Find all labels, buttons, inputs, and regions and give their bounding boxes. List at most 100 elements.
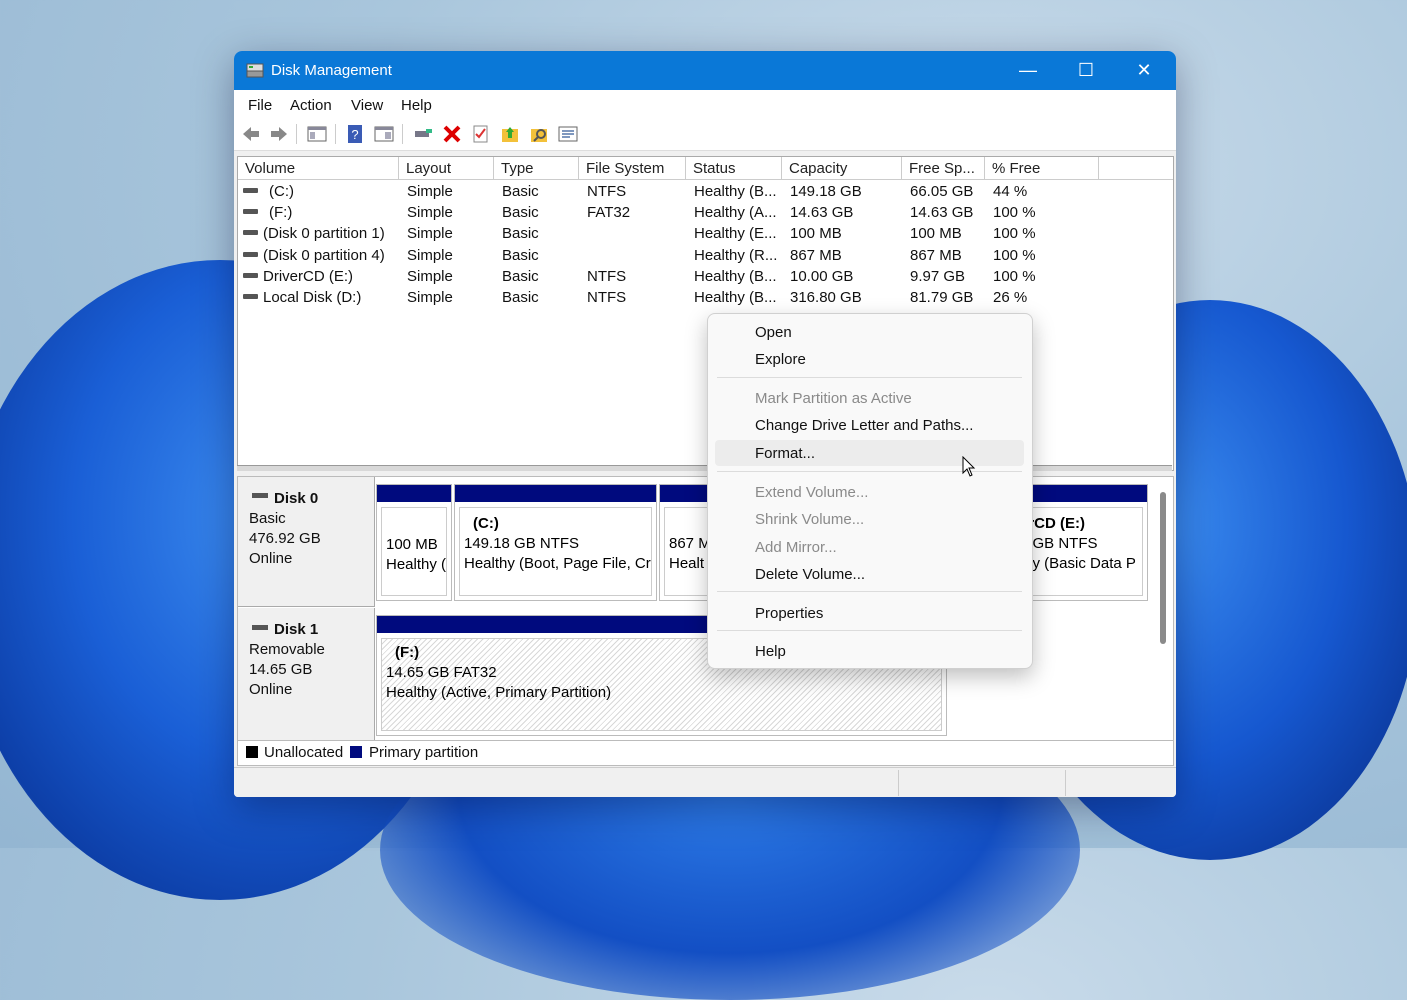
partition-size: 149.18 GB NTFS [464, 535, 580, 552]
menu-action[interactable]: Action [290, 97, 332, 114]
connect-icon[interactable] [412, 123, 434, 145]
menu-item-change-drive-letter[interactable]: Change Drive Letter and Paths... [755, 417, 973, 434]
column-header-file-system[interactable]: File System [579, 157, 686, 179]
column-header-volume[interactable]: Volume [238, 157, 399, 179]
partition-drivercd[interactable]: erCD (E:) 0 GB NTFS thy (Basic Data P [1018, 484, 1148, 601]
primary-swatch [350, 746, 362, 758]
partition-status: Healthy (Boot, Page File, Cra [464, 555, 652, 572]
table-row[interactable]: Local Disk (D:) Simple Basic NTFS Healthy (B… [238, 287, 1173, 308]
status-bar [234, 767, 1176, 797]
check-icon[interactable] [470, 123, 492, 145]
cell-volume: DriverCD (E:) [263, 267, 353, 285]
cell-percent-free: 100 % [993, 267, 1036, 285]
partition-status: Healt [669, 555, 705, 572]
vertical-scrollbar[interactable] [1160, 492, 1166, 644]
volume-list-header: Volume Layout Type File System Status Ca… [238, 157, 1173, 180]
disk-management-window: Disk Management — ☐ ✕ File Action View H… [234, 51, 1176, 797]
disk-state: Online [249, 681, 293, 698]
cell-free-space: 66.05 GB [910, 183, 974, 200]
disk-type: Removable [249, 641, 325, 658]
menu-view[interactable]: View [351, 97, 383, 114]
cell-file-system: NTFS [587, 289, 627, 306]
disk-icon [252, 493, 268, 498]
context-menu: Open Explore Mark Partition as Active Ch… [707, 313, 1033, 669]
menu-item-format[interactable]: Format... [755, 445, 815, 462]
table-row[interactable]: (Disk 0 partition 1) Simple Basic Healthy (… [238, 223, 1173, 244]
menu-item-delete-volume[interactable]: Delete Volume... [755, 566, 865, 583]
cell-capacity: 14.63 GB [790, 204, 854, 222]
table-row[interactable]: (C:) Simple Basic NTFS Healthy (B... 149.18 G… [238, 181, 1173, 202]
cell-volume: (Disk 0 partition 1) [263, 225, 385, 243]
folder-up-icon[interactable] [499, 123, 521, 145]
cell-percent-free: 100 % [993, 204, 1036, 222]
cell-status: Healthy (R... [694, 246, 778, 264]
cell-capacity: 149.18 GB [790, 183, 862, 200]
cell-status: Healthy (B... [694, 183, 777, 200]
help-icon[interactable]: ? [344, 123, 366, 145]
menu-file[interactable]: File [248, 97, 272, 114]
disk-management-app-icon [246, 63, 264, 78]
column-header-percent-free[interactable]: % Free [985, 157, 1099, 179]
disk-name: Disk 0 [274, 490, 319, 507]
close-button[interactable]: ✕ [1115, 51, 1173, 90]
menu-item-add-mirror[interactable]: Add Mirror... [755, 539, 837, 556]
cell-type: Basic [502, 204, 539, 222]
delete-icon[interactable] [441, 123, 463, 145]
column-header-free-space[interactable]: Free Sp... [902, 157, 985, 179]
table-row[interactable]: DriverCD (E:) Simple Basic NTFS Healthy (B..… [238, 266, 1173, 287]
partition-c[interactable]: (C:) 149.18 GB NTFS Healthy (Boot, Page … [454, 484, 657, 601]
cell-status: Healthy (A... [694, 204, 777, 222]
menu-item-help[interactable]: Help [755, 643, 786, 660]
cell-file-system: FAT32 [587, 204, 631, 222]
cell-file-system: NTFS [587, 183, 627, 200]
menu-help[interactable]: Help [401, 97, 432, 114]
column-header-layout[interactable]: Layout [399, 157, 494, 179]
cell-free-space: 14.63 GB [910, 204, 974, 222]
toolbar-separator [402, 124, 403, 144]
table-row[interactable]: (Disk 0 partition 4) Simple Basic Healthy (… [238, 245, 1173, 266]
status-divider [1065, 770, 1066, 796]
menu-item-properties[interactable]: Properties [755, 605, 823, 622]
folder-search-icon[interactable] [528, 123, 550, 145]
partition-disk0-1[interactable]: 100 MB Healthy ( [376, 484, 452, 601]
table-row[interactable]: (F:) Simple Basic FAT32 Healthy (A... 14.63 G… [238, 202, 1173, 223]
disk-state: Online [249, 550, 293, 567]
cell-percent-free: 100 % [993, 225, 1036, 243]
cell-capacity: 316.80 GB [790, 289, 862, 306]
cell-layout: Simple [407, 289, 453, 306]
cell-capacity: 867 MB [790, 246, 842, 264]
partition-title: (C:) [473, 515, 499, 532]
maximize-button[interactable]: ☐ [1057, 51, 1115, 90]
menu-item-extend-volume[interactable]: Extend Volume... [755, 484, 868, 501]
console-tree-icon[interactable] [306, 123, 328, 145]
drive-icon [243, 251, 258, 257]
properties-view-icon[interactable] [373, 123, 395, 145]
partition-title: (F:) [395, 644, 420, 661]
settings-list-icon[interactable] [557, 123, 579, 145]
disk-size: 476.92 GB [249, 530, 321, 547]
disk-1-info[interactable]: Disk 1 Removable 14.65 GB Online [238, 608, 375, 741]
toolbar-separator [335, 124, 336, 144]
menu-item-open[interactable]: Open [755, 324, 792, 341]
minimize-button[interactable]: — [999, 51, 1057, 90]
disk-icon [252, 625, 268, 630]
back-arrow-icon[interactable] [240, 123, 262, 145]
column-header-capacity[interactable]: Capacity [782, 157, 902, 179]
partition-bar [455, 485, 656, 502]
cell-type: Basic [502, 246, 539, 264]
cell-percent-free: 44 % [993, 183, 1028, 200]
menu-item-explore[interactable]: Explore [755, 351, 806, 368]
volume-list: Volume Layout Type File System Status Ca… [237, 156, 1174, 471]
menu-separator [717, 471, 1022, 472]
disk-0-info[interactable]: Disk 0 Basic 476.92 GB Online [238, 477, 375, 607]
partition-size: 0 GB NTFS [1023, 535, 1098, 552]
partition-bar [1019, 485, 1147, 502]
legend-unallocated: Unallocated [264, 744, 344, 761]
menu-item-shrink-volume[interactable]: Shrink Volume... [755, 511, 864, 528]
column-header-type[interactable]: Type [494, 157, 579, 179]
forward-arrow-icon[interactable] [268, 123, 290, 145]
column-header-status[interactable]: Status [686, 157, 782, 179]
cell-layout: Simple [407, 204, 453, 222]
partition-size: 100 MB [386, 536, 438, 553]
menu-item-mark-active[interactable]: Mark Partition as Active [755, 390, 912, 407]
